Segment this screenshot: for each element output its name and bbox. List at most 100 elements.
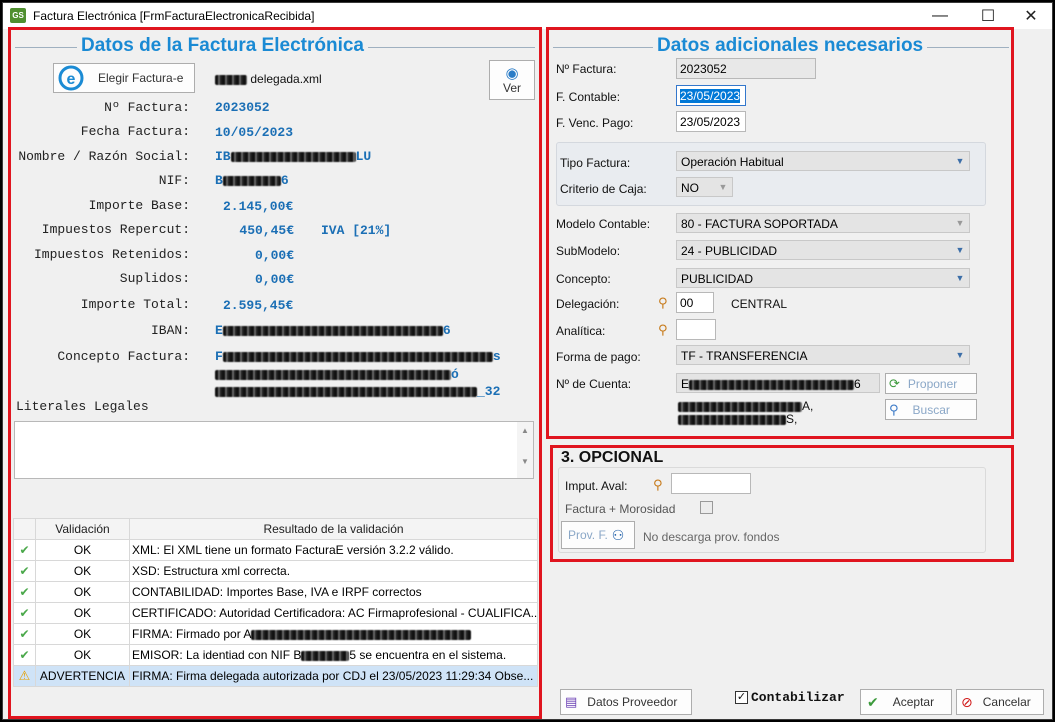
chevron-down-icon: ▼ bbox=[955, 245, 965, 255]
table-row[interactable]: ✔ OK EMISOR: La identiad con NIF B5 se e… bbox=[13, 644, 538, 666]
analitica-field[interactable] bbox=[676, 319, 716, 340]
criterio-dropdown[interactable]: NO ▼ bbox=[676, 177, 733, 197]
table-row[interactable]: ✔ OK XSD: Estructura xml correcta. bbox=[13, 560, 538, 582]
table-row-warning[interactable]: ⚠ ADVERTENCIA FIRMA: Firma delegada auto… bbox=[13, 665, 538, 687]
scroll-up-icon[interactable]: ▲ bbox=[517, 426, 533, 435]
window-title: Factura Electrónica [FrmFacturaElectroni… bbox=[33, 9, 315, 23]
table-cell-validacion: OK bbox=[35, 539, 130, 561]
choose-invoice-label: Elegir Factura-e bbox=[98, 71, 184, 85]
table-row[interactable]: ✔ OK CONTABILIDAD: Importes Base, IVA e … bbox=[13, 581, 538, 603]
check-icon: ✔ bbox=[13, 560, 36, 582]
table-cell-resultado: XSD: Estructura xml correcta. bbox=[129, 560, 538, 582]
table-row[interactable]: ✔ OK CERTIFICADO: Autoridad Certificador… bbox=[13, 602, 538, 624]
cancelar-button[interactable]: ⊘ Cancelar bbox=[956, 689, 1044, 715]
redacted-text bbox=[215, 386, 477, 397]
checkmark-icon: ✔ bbox=[867, 693, 879, 710]
minimize-button[interactable]: — bbox=[917, 3, 963, 29]
field-value-concepto-line2: ó bbox=[215, 367, 459, 382]
field-label-repercut: Impuestos Repercut: bbox=[41, 222, 190, 237]
field-value-total: 2.595,45€ bbox=[223, 298, 294, 313]
field-extra-iva: IVA [21%] bbox=[321, 223, 392, 238]
view-button[interactable]: ◉ Ver bbox=[489, 60, 535, 100]
contabilizar-checkbox[interactable]: ✓ bbox=[735, 691, 748, 704]
field-value-nif: B6 bbox=[215, 173, 289, 188]
prov-fondos-button[interactable]: Prov. F. ⚇ bbox=[561, 521, 635, 549]
redacted-text bbox=[230, 151, 356, 162]
modelo-dropdown[interactable]: 80 - FACTURA SOPORTADA ▼ bbox=[676, 213, 970, 233]
aceptar-button[interactable]: ✔ Aceptar bbox=[860, 689, 952, 715]
f-contable-field[interactable]: 23/05/2023 bbox=[676, 85, 746, 106]
field-value-concepto-line3: _32 bbox=[215, 384, 500, 399]
imput-aval-label: Imput. Aval: bbox=[565, 479, 628, 493]
close-button[interactable]: ✕ bbox=[1008, 3, 1052, 29]
people-icon: ⚇ bbox=[611, 526, 625, 543]
literales-textarea[interactable]: ▲ ▼ bbox=[14, 421, 534, 479]
forma-pago-dropdown[interactable]: TF - TRANSFERENCIA ▼ bbox=[676, 345, 970, 365]
table-header-row: Validación Resultado de la validación bbox=[13, 518, 538, 540]
invoice-e-icon: e bbox=[58, 65, 84, 91]
table-cell-resultado: FIRMA: Firmado por A bbox=[129, 623, 538, 645]
table-cell-validacion: ADVERTENCIA bbox=[35, 665, 130, 687]
criterio-label: Criterio de Caja: bbox=[560, 182, 647, 196]
opcional-title: 3. OPCIONAL bbox=[561, 449, 664, 466]
table-row[interactable]: ✔ OK FIRMA: Firmado por A bbox=[13, 623, 538, 645]
delegacion-name: CENTRAL bbox=[731, 297, 788, 311]
tipo-factura-label: Tipo Factura: bbox=[560, 156, 631, 170]
invoice-window: GS Factura Electrónica [FrmFacturaElectr… bbox=[2, 2, 1053, 720]
view-button-label: Ver bbox=[502, 80, 521, 95]
textarea-scrollbar[interactable]: ▲ ▼ bbox=[517, 422, 533, 478]
submodelo-dropdown[interactable]: 24 - PUBLICIDAD ▼ bbox=[676, 240, 970, 260]
maximize-button[interactable]: ☐ bbox=[965, 3, 1011, 29]
scroll-down-icon[interactable]: ▼ bbox=[517, 457, 533, 466]
delegacion-field[interactable]: 00 bbox=[676, 292, 714, 313]
field-value-iban: E6 bbox=[215, 323, 451, 338]
cancel-icon: ⊘ bbox=[961, 693, 973, 710]
field-label-iban: IBAN: bbox=[150, 323, 190, 338]
concepto-dropdown[interactable]: PUBLICIDAD ▼ bbox=[676, 268, 970, 288]
redacted-text bbox=[251, 629, 472, 640]
redacted-text bbox=[215, 369, 451, 380]
buscar-button[interactable]: ⚲ Buscar bbox=[885, 399, 977, 420]
table-cell-validacion: OK bbox=[35, 644, 130, 666]
analitica-label: Analítica: bbox=[556, 324, 606, 338]
table-header-resultado[interactable]: Resultado de la validación bbox=[129, 518, 538, 540]
n-factura-field[interactable]: 2023052 bbox=[676, 58, 816, 79]
search-icon: ⚲ bbox=[889, 401, 899, 417]
f-contable-label: F. Contable: bbox=[556, 90, 621, 104]
field-label-nombre: Nombre / Razón Social: bbox=[18, 149, 190, 164]
cuenta-holder-line1: A, bbox=[678, 399, 813, 413]
chevron-down-icon: ▼ bbox=[718, 182, 728, 192]
field-value-fecha: 10/05/2023 bbox=[215, 125, 294, 140]
field-label-concepto: Concepto Factura: bbox=[57, 349, 190, 364]
table-row[interactable]: ✔ OK XML: El XML tiene un formato Factur… bbox=[13, 539, 538, 561]
choose-invoice-button[interactable]: e Elegir Factura-e bbox=[53, 63, 195, 93]
delegacion-label: Delegación: bbox=[556, 297, 620, 311]
tipo-factura-dropdown[interactable]: Operación Habitual ▼ bbox=[676, 151, 970, 171]
modelo-label: Modelo Contable: bbox=[556, 217, 651, 231]
field-value-suplidos: 0,00€ bbox=[254, 272, 294, 287]
search-icon[interactable]: ⚲ bbox=[658, 322, 668, 338]
redacted-text bbox=[222, 175, 281, 186]
table-header-validacion[interactable]: Validación bbox=[35, 518, 130, 540]
check-icon: ✔ bbox=[13, 602, 36, 624]
field-value-repercut: 450,45€ bbox=[239, 223, 294, 238]
submodelo-label: SubModelo: bbox=[556, 244, 621, 258]
redacted-text bbox=[215, 74, 247, 85]
app-icon: GS bbox=[10, 8, 26, 23]
warning-icon: ⚠ bbox=[13, 665, 36, 687]
chevron-down-icon: ▼ bbox=[955, 350, 965, 360]
field-label-nif: NIF: bbox=[158, 173, 190, 188]
morosidad-label: Factura + Morosidad bbox=[565, 502, 676, 516]
proponer-button[interactable]: ⟳ Proponer bbox=[885, 373, 977, 394]
chevron-down-icon: ▼ bbox=[955, 156, 965, 166]
search-icon[interactable]: ⚲ bbox=[658, 295, 668, 311]
search-icon[interactable]: ⚲ bbox=[653, 477, 663, 493]
cuenta-field[interactable]: E6 bbox=[676, 373, 880, 393]
contact-card-icon: ▤ bbox=[565, 694, 578, 709]
datos-proveedor-button[interactable]: ▤ Datos Proveedor bbox=[560, 689, 692, 715]
cuenta-label: Nº de Cuenta: bbox=[556, 377, 632, 391]
imput-aval-field[interactable] bbox=[671, 473, 751, 494]
f-venc-field[interactable]: 23/05/2023 bbox=[676, 111, 746, 132]
morosidad-checkbox[interactable] bbox=[700, 501, 713, 514]
contabilizar-label: Contabilizar bbox=[751, 690, 845, 705]
